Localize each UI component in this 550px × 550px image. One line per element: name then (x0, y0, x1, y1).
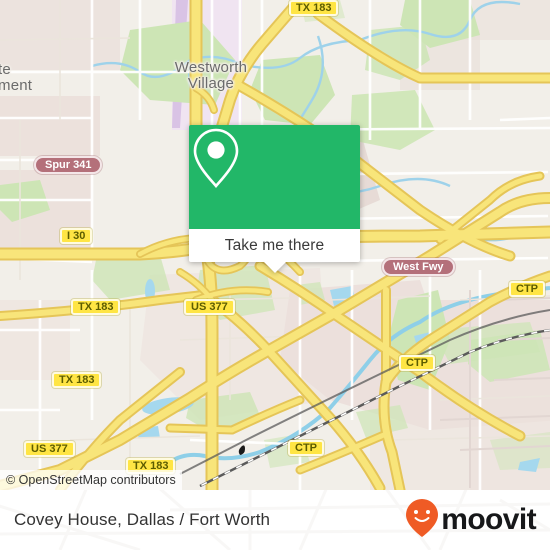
moovit-brand[interactable]: moovit (405, 490, 537, 550)
moovit-map-screenshot: Westworth Village te ment TX 183 Spur 34… (0, 0, 550, 550)
callout-pin-area (189, 125, 360, 229)
shield-tx-183-west[interactable]: TX 183 (52, 372, 102, 388)
shield-us-377-mid[interactable]: US 377 (184, 299, 235, 315)
callout-pointer-tail (263, 262, 286, 273)
shield-ctp-center[interactable]: CTP (399, 355, 435, 371)
location-title: Covey House, Dallas / Fort Worth (14, 510, 271, 529)
shield-tx-183-north[interactable]: TX 183 (289, 0, 339, 16)
take-me-there-button[interactable]: Take me there (189, 229, 360, 262)
shield-ctp-east[interactable]: CTP (509, 281, 545, 297)
destination-callout-card[interactable]: Take me there (189, 125, 360, 273)
moovit-smiley-pin-icon (405, 498, 439, 543)
shield-tx-183-mid[interactable]: TX 183 (71, 299, 121, 315)
shield-spur-341[interactable]: Spur 341 (34, 156, 103, 174)
take-me-there-label: Take me there (224, 236, 325, 254)
shield-us-377-sw[interactable]: US 377 (24, 441, 75, 457)
map-canvas[interactable]: Westworth Village te ment TX 183 Spur 34… (0, 0, 550, 490)
shield-west-fwy[interactable]: West Fwy (382, 258, 455, 276)
map-attribution[interactable]: © OpenStreetMap contributors (0, 470, 182, 490)
shield-i-30[interactable]: I 30 (60, 228, 93, 244)
footer-bar: Covey House, Dallas / Fort Worth moovit (0, 490, 550, 550)
shield-ctp-south[interactable]: CTP (288, 440, 324, 456)
moovit-wordmark: moovit (441, 503, 536, 536)
